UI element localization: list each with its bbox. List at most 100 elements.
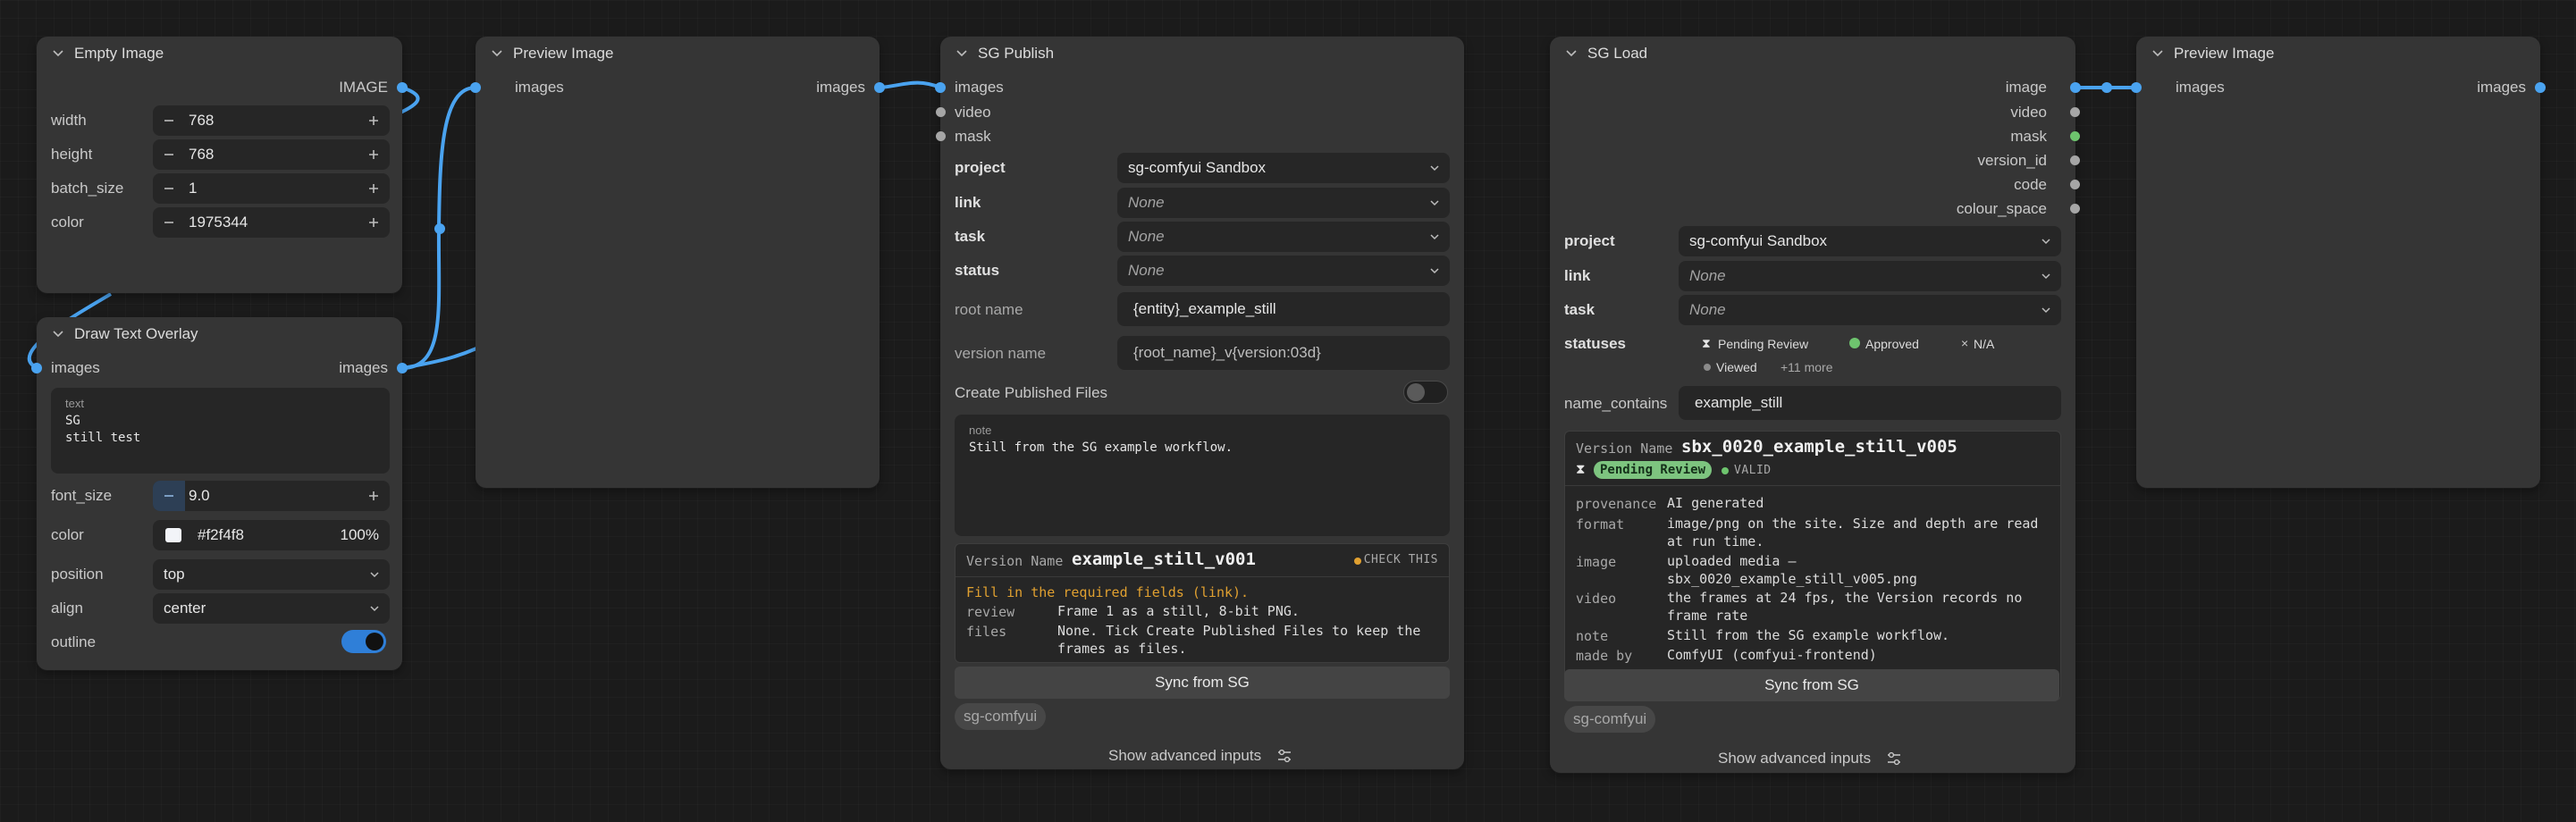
version-preview-panel: Version Name example_still_v001 CHECK TH… bbox=[955, 543, 1450, 663]
input-slot-images[interactable] bbox=[470, 82, 481, 93]
chevron-down-icon[interactable] bbox=[2151, 46, 2165, 60]
version-name-value: example_still_v001 bbox=[1072, 549, 1256, 569]
video-key: video bbox=[1576, 591, 1617, 607]
chevron-down-icon[interactable] bbox=[955, 46, 969, 60]
note-input[interactable]: note Still from the SG example workflow. bbox=[955, 415, 1450, 536]
text-field-label: text bbox=[65, 397, 84, 410]
minus-icon[interactable] bbox=[162, 215, 176, 230]
sync-from-sg-button[interactable]: Sync from SG bbox=[955, 667, 1450, 699]
sg-comfyui-chip[interactable]: sg-comfyui bbox=[955, 703, 1047, 730]
height-label: height bbox=[51, 146, 93, 163]
chevron-down-icon[interactable] bbox=[51, 326, 65, 340]
node-sg-load[interactable]: SG Load image video mask version_id code… bbox=[1550, 37, 2081, 773]
outline-toggle[interactable] bbox=[341, 630, 386, 653]
color-label: color bbox=[51, 214, 84, 231]
sync-from-sg-button[interactable]: Sync from SG bbox=[1564, 669, 2059, 701]
link-select[interactable]: None bbox=[1679, 261, 2061, 291]
chevron-down-icon[interactable] bbox=[1564, 46, 1578, 60]
plus-icon[interactable] bbox=[366, 113, 381, 128]
text-input[interactable]: text SG still test bbox=[51, 388, 390, 474]
create-published-files-toggle[interactable] bbox=[1403, 381, 1448, 404]
minus-icon[interactable] bbox=[162, 113, 176, 128]
output-slot-images[interactable] bbox=[2535, 82, 2546, 93]
width-stepper[interactable]: 768 bbox=[153, 105, 390, 136]
node-draw-text-overlay[interactable]: Draw Text Overlay images images text SG … bbox=[31, 317, 408, 670]
node-header[interactable]: Empty Image bbox=[37, 37, 402, 71]
sg-comfyui-chip[interactable]: sg-comfyui bbox=[1564, 706, 1656, 733]
output-slot-version-id[interactable] bbox=[2070, 155, 2080, 165]
plus-icon[interactable] bbox=[366, 147, 381, 162]
project-select[interactable]: sg-comfyui Sandbox bbox=[1117, 153, 1450, 183]
chevron-down-icon[interactable] bbox=[490, 46, 504, 60]
minus-icon[interactable] bbox=[162, 489, 176, 503]
review-key: review bbox=[966, 604, 1015, 620]
color-swatch[interactable] bbox=[165, 528, 181, 542]
align-select[interactable]: center bbox=[153, 593, 390, 624]
name-contains-input[interactable]: example_still bbox=[1679, 386, 2061, 420]
wire-reroute-dot[interactable] bbox=[2101, 82, 2112, 93]
chevron-down-icon[interactable] bbox=[51, 46, 65, 60]
version-name-input[interactable]: {root_name}_v{version:03d} bbox=[1117, 336, 1450, 370]
height-stepper[interactable]: 768 bbox=[153, 139, 390, 170]
node-header[interactable]: SG Publish bbox=[940, 37, 1464, 71]
made-by-value: ComfyUI (comfyui-frontend) bbox=[1667, 647, 1877, 663]
version-name-value: {root_name}_v{version:03d} bbox=[1133, 344, 1321, 361]
minus-icon[interactable] bbox=[162, 147, 176, 162]
plus-icon[interactable] bbox=[366, 215, 381, 230]
wire-reroute-dot[interactable] bbox=[434, 223, 445, 234]
check-circle-icon bbox=[1849, 338, 1860, 348]
output-slot-colour-space[interactable] bbox=[2070, 204, 2080, 214]
sliders-icon[interactable] bbox=[1276, 748, 1292, 764]
sliders-icon[interactable] bbox=[1886, 751, 1902, 767]
color-picker[interactable]: #f2f4f8 100% bbox=[153, 520, 390, 550]
dot-icon bbox=[1704, 364, 1711, 371]
show-advanced-inputs-label[interactable]: Show advanced inputs bbox=[1108, 747, 1261, 765]
input-slot-video[interactable] bbox=[936, 107, 946, 117]
output-slot-image[interactable] bbox=[2070, 82, 2081, 93]
node-header[interactable]: Preview Image bbox=[476, 37, 880, 71]
version-name-label: version name bbox=[955, 345, 1047, 362]
color-value: 1975344 bbox=[189, 214, 248, 231]
node-preview-image-2[interactable]: Preview Image images images bbox=[2131, 37, 2546, 488]
position-select[interactable]: top bbox=[153, 559, 390, 590]
input-slot-mask[interactable] bbox=[936, 131, 946, 141]
more-statuses-link[interactable]: +11 more bbox=[1780, 360, 1833, 374]
node-preview-image[interactable]: Preview Image images images bbox=[470, 37, 885, 488]
output-slot-image[interactable] bbox=[397, 82, 408, 93]
project-select[interactable]: sg-comfyui Sandbox bbox=[1679, 226, 2061, 256]
node-header[interactable]: SG Load bbox=[1550, 37, 2075, 71]
output-slot-code[interactable] bbox=[2070, 180, 2080, 189]
status-label: Viewed bbox=[1716, 360, 1757, 374]
wire-draw-text-to-preview bbox=[401, 86, 476, 370]
task-select[interactable]: None bbox=[1679, 295, 2061, 325]
font-size-stepper[interactable]: 9.0 bbox=[153, 481, 390, 511]
node-header[interactable]: Preview Image bbox=[2136, 37, 2540, 71]
font-size-value: 9.0 bbox=[189, 487, 210, 504]
color-stepper[interactable]: 1975344 bbox=[153, 207, 390, 238]
minus-icon[interactable] bbox=[162, 181, 176, 196]
node-empty-image[interactable]: Empty Image IMAGE width 768 height 768 b… bbox=[37, 37, 408, 293]
node-title: SG Publish bbox=[978, 45, 1055, 62]
input-slot-images[interactable] bbox=[2131, 82, 2142, 93]
show-advanced-inputs-label[interactable]: Show advanced inputs bbox=[1718, 750, 1871, 767]
output-slot-images[interactable] bbox=[874, 82, 885, 93]
plus-icon[interactable] bbox=[366, 181, 381, 196]
input-slot-images[interactable] bbox=[31, 363, 42, 373]
link-select[interactable]: None bbox=[1117, 188, 1450, 218]
status-select[interactable]: None bbox=[1117, 256, 1450, 286]
output-label-images: images bbox=[816, 79, 865, 96]
batch-size-stepper[interactable]: 1 bbox=[153, 173, 390, 204]
valid-dot-icon bbox=[1722, 467, 1729, 474]
output-label-colour-space: colour_space bbox=[1956, 200, 2047, 217]
node-header[interactable]: Draw Text Overlay bbox=[37, 317, 402, 351]
plus-icon[interactable] bbox=[366, 489, 381, 503]
output-slot-mask[interactable] bbox=[2070, 131, 2080, 141]
task-select[interactable]: None bbox=[1117, 222, 1450, 252]
node-sg-publish[interactable]: SG Publish images video mask project sg-… bbox=[935, 37, 1464, 769]
input-slot-images[interactable] bbox=[935, 82, 946, 93]
root-name-input[interactable]: {entity}_example_still bbox=[1117, 292, 1450, 326]
output-slot-video[interactable] bbox=[2070, 107, 2080, 117]
chevron-down-icon bbox=[1430, 268, 1439, 274]
video-value: the frames at 24 fps, the Version record… bbox=[1667, 590, 2023, 624]
output-slot-images[interactable] bbox=[397, 363, 408, 373]
